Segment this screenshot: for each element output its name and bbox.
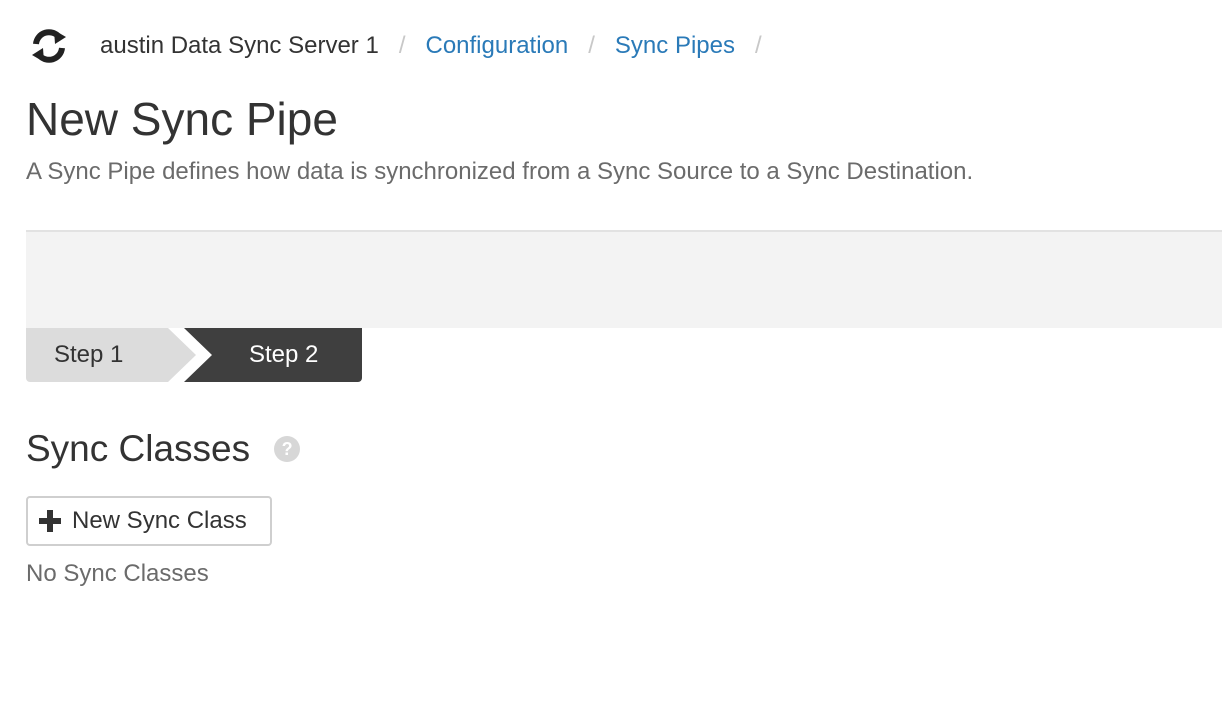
breadcrumb-separator: /: [398, 32, 406, 59]
breadcrumb: austin Data Sync Server 1 / Configuratio…: [26, 22, 782, 70]
breadcrumb-server-name: austin Data Sync Server 1: [100, 32, 379, 59]
breadcrumb-sync-pipes-link[interactable]: Sync Pipes: [615, 32, 735, 60]
plus-icon: [38, 509, 62, 533]
page-subtitle: A Sync Pipe defines how data is synchron…: [26, 158, 974, 185]
sync-classes-title: Sync Classes: [26, 428, 251, 469]
step-1-label: Step 1: [54, 341, 124, 368]
breadcrumb-separator: /: [754, 32, 762, 59]
empty-state-text: No Sync Classes: [26, 560, 209, 587]
step-2-label: Step 2: [249, 341, 319, 368]
breadcrumb-separator: /: [588, 32, 595, 59]
sync-icon[interactable]: [26, 23, 72, 69]
question-circle-icon[interactable]: ?: [274, 436, 301, 462]
wizard-header-band: [26, 230, 1222, 328]
wizard-steps: Step 1 Step 2: [26, 328, 362, 382]
page-title: New Sync Pipe: [26, 93, 338, 145]
new-sync-class-button[interactable]: New Sync Class: [26, 496, 272, 546]
sync-classes-heading: Sync Classes ?: [26, 428, 301, 470]
new-sync-class-label: New Sync Class: [72, 507, 247, 534]
breadcrumb-configuration-link[interactable]: Configuration: [425, 32, 568, 60]
